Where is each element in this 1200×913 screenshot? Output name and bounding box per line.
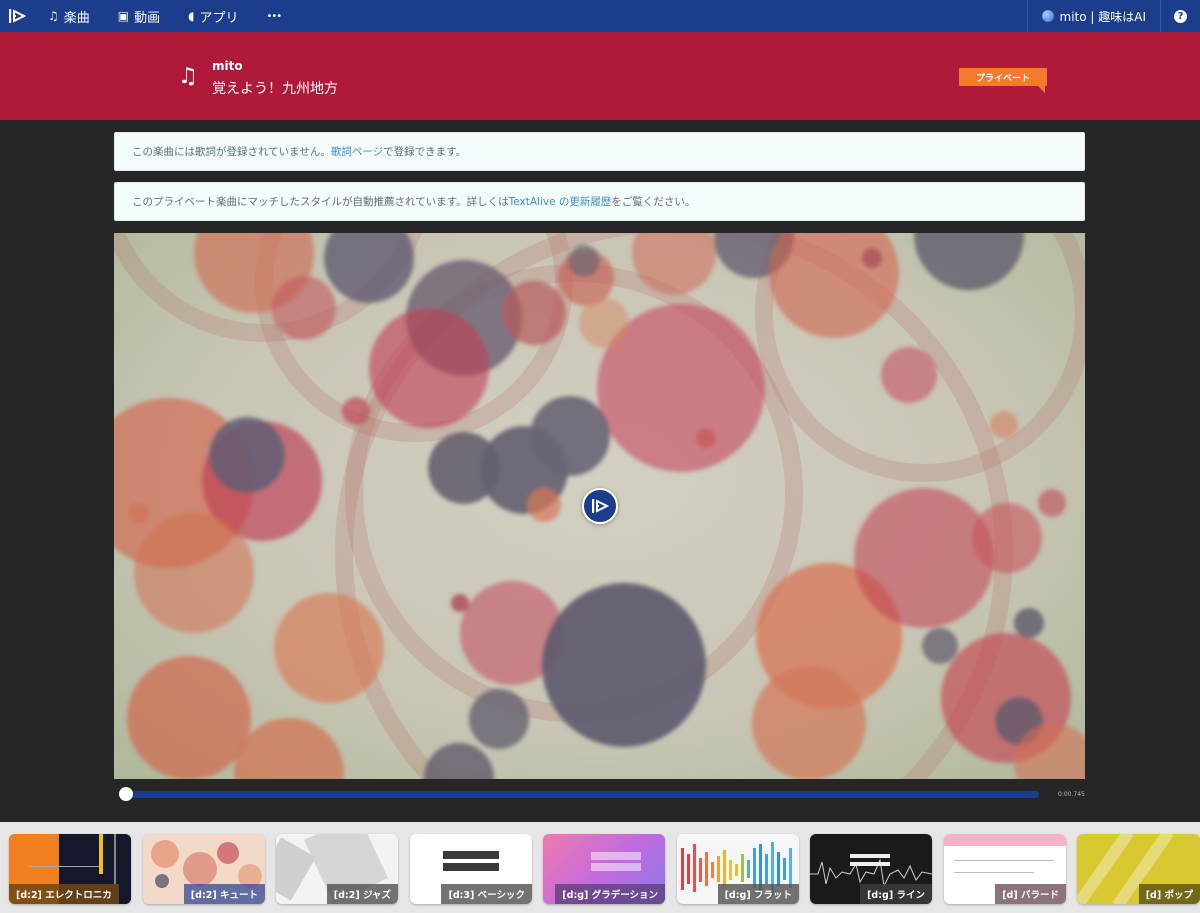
lyrics-notice-text: この楽曲には歌詞が登録されていません。 — [132, 146, 331, 158]
user-label: mito | 趣味はAI — [1059, 9, 1147, 24]
style-notice-text: このプライベート楽曲にマッチしたスタイルが自動推薦されています。詳しくは — [132, 196, 509, 208]
lyrics-notice-text-end: で登録できます。 — [383, 146, 467, 158]
nav-apps[interactable]: ◖ アプリ — [174, 0, 252, 32]
top-nav: ♫ 楽曲 ▣ 動画 ◖ アプリ ••• mito | 趣味はAI ? — [0, 0, 1200, 32]
seek-bar[interactable] — [126, 791, 1039, 798]
style-card-ballad[interactable]: [d] バラード — [944, 834, 1066, 904]
play-button[interactable] — [582, 488, 618, 524]
nav-more[interactable]: ••• — [252, 0, 295, 32]
style-card-cute[interactable]: [d:2] キュート — [143, 834, 265, 904]
private-badge: プライベート — [959, 68, 1047, 93]
nav-songs-label: 楽曲 — [63, 10, 90, 26]
video-icon: ▣ — [117, 9, 130, 23]
nav-videos-label: 動画 — [134, 10, 161, 26]
user-menu[interactable]: mito | 趣味はAI — [1026, 0, 1161, 32]
help-icon: ? — [1174, 9, 1187, 23]
style-card-basic[interactable]: [d:3] ベーシック — [410, 834, 532, 904]
style-card-label: [d:g] グラデーション — [555, 884, 665, 904]
style-card-label: [d:2] キュート — [183, 884, 265, 904]
textalive-logo[interactable] — [0, 0, 34, 32]
style-card-pop[interactable]: [d] ポップ — [1077, 834, 1200, 904]
nav-songs[interactable]: ♫ 楽曲 — [34, 0, 104, 32]
more-icon: ••• — [266, 10, 282, 22]
seek-handle[interactable] — [119, 787, 133, 801]
artist-name[interactable]: mito — [212, 59, 243, 73]
style-card-label: [d] ポップ — [1138, 884, 1200, 904]
style-card-label: [d:2] エレクトロニカ — [9, 884, 119, 904]
lyrics-page-link[interactable]: 歌詞ページ — [331, 144, 383, 159]
mouse-icon: ◖ — [188, 9, 195, 23]
playback-time: 0:00.745 — [1058, 791, 1085, 798]
song-title: 覚えよう！九州地方 — [212, 81, 338, 97]
globe-icon — [1041, 10, 1054, 22]
style-card-jazz[interactable]: [d:2] ジャズ — [276, 834, 398, 904]
style-card-label: [d:g] フラット — [717, 884, 799, 904]
lyrics-notice: この楽曲には歌詞が登録されていません。 歌詞ページ で登録できます。 — [114, 132, 1085, 171]
play-logo-icon — [592, 499, 610, 513]
help-button[interactable]: ? — [1160, 0, 1200, 32]
style-notice: このプライベート楽曲にマッチしたスタイルが自動推薦されています。詳しくは Tex… — [114, 182, 1085, 221]
style-card-label: [d:3] ベーシック — [441, 884, 532, 904]
nav-videos[interactable]: ▣ 動画 — [104, 0, 174, 32]
changelog-link[interactable]: TextAlive の更新履歴 — [509, 194, 612, 209]
style-card-line[interactable]: [d:g] ライン — [810, 834, 932, 904]
nav-apps-label: アプリ — [199, 10, 239, 26]
style-card-label: [d] バラード — [995, 884, 1066, 904]
music-note-icon: ♫ — [178, 64, 198, 89]
style-card-label: [d:2] ジャズ — [326, 884, 398, 904]
style-card-gradation[interactable]: [d:g] グラデーション — [543, 834, 665, 904]
style-card-electronica[interactable]: [d:2] エレクトロニカ — [9, 834, 131, 904]
style-card-label: [d:g] ライン — [860, 884, 932, 904]
style-card-flat[interactable]: [d:g] フラット — [677, 834, 799, 904]
music-note-icon: ♫ — [48, 9, 59, 23]
style-notice-text-end: をご覧ください。 — [611, 196, 696, 208]
